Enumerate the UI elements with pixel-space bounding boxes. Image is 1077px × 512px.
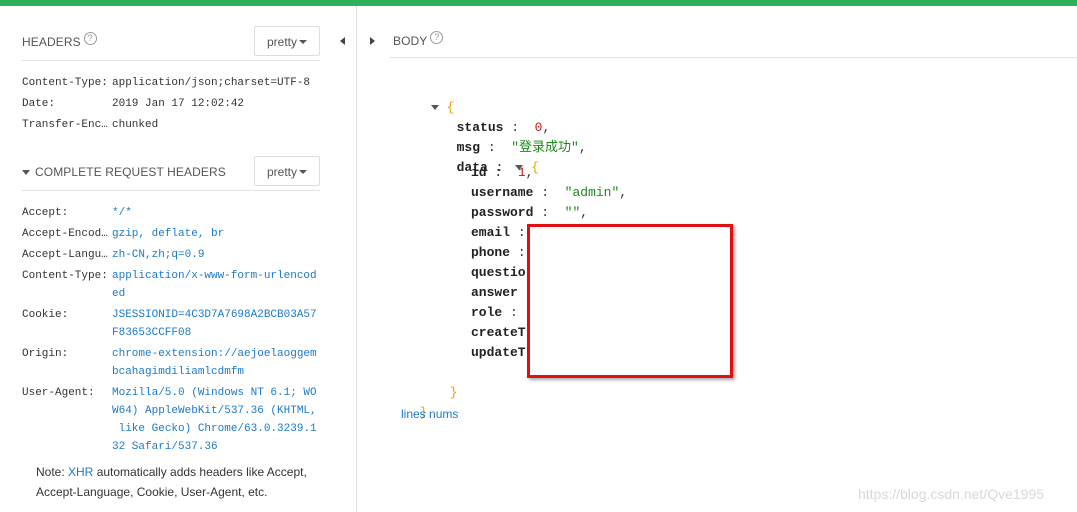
json-data-close: } bbox=[434, 363, 458, 403]
json-value: 1 bbox=[517, 165, 526, 180]
help-icon[interactable]: ? bbox=[430, 31, 444, 44]
request-headers-title: COMPLETE REQUEST HEADERS bbox=[35, 165, 226, 179]
header-key: User-Agent: bbox=[22, 387, 95, 399]
header-row: Transfer-Enc… chunked bbox=[22, 116, 322, 134]
help-icon[interactable]: ? bbox=[83, 32, 97, 45]
triangle-down-icon bbox=[22, 170, 30, 176]
header-value: chunked bbox=[112, 119, 159, 131]
header-value: */* bbox=[112, 207, 132, 219]
json-separator: : bbox=[533, 205, 565, 220]
xhr-link[interactable]: XHR bbox=[68, 465, 93, 479]
header-key: Accept-Encod… bbox=[22, 228, 108, 240]
header-value: zh-CN,zh;q=0.9 bbox=[112, 249, 205, 261]
json-field-questio: questio bbox=[471, 263, 526, 283]
header-key: Cookie: bbox=[22, 309, 69, 321]
expand-right-arrow-icon[interactable] bbox=[370, 37, 375, 45]
header-value: 2019 Jan 17 12:02:42 bbox=[112, 98, 245, 110]
header-value: application/x-www-form-urlencod ed bbox=[112, 270, 317, 300]
json-comma: , bbox=[619, 185, 628, 200]
complete-request-headers-toggle[interactable]: COMPLETE REQUEST HEADERS bbox=[22, 165, 226, 179]
divider bbox=[390, 57, 1077, 58]
json-comma: , bbox=[578, 140, 587, 155]
header-row: Date: 2019 Jan 17 12:02:42 bbox=[22, 95, 322, 113]
body-section-title: BODY? bbox=[393, 31, 444, 48]
header-value: gzip, deflate, br bbox=[112, 228, 225, 240]
json-key: phone bbox=[471, 245, 511, 260]
headers-section-title: HEADERS? bbox=[22, 32, 97, 49]
json-comma: , bbox=[580, 205, 589, 220]
json-field-id: id : 1, bbox=[471, 163, 533, 183]
header-value: Mozilla/5.0 (Windows NT 6.1; WO W64) App… bbox=[112, 387, 317, 453]
json-comma: , bbox=[525, 165, 534, 180]
json-value: "" bbox=[564, 205, 581, 220]
header-key: Accept: bbox=[22, 207, 69, 219]
header-value: JSESSIONID=4C3D7A7698A2BCB03A57 F83653CC… bbox=[112, 309, 317, 339]
headers-format-select[interactable]: pretty bbox=[254, 26, 320, 56]
json-field-updateT: updateT bbox=[471, 343, 526, 363]
chevron-down-icon bbox=[299, 40, 307, 44]
headers-panel: HEADERS? pretty Content-Type: application… bbox=[0, 6, 357, 512]
json-separator: : bbox=[486, 165, 518, 180]
redaction-box bbox=[527, 224, 733, 378]
json-key: username bbox=[471, 185, 534, 200]
format-select-value: pretty bbox=[267, 35, 298, 49]
json-field-createT: createT bbox=[471, 323, 526, 343]
json-key: password bbox=[471, 205, 534, 220]
json-separator: : bbox=[502, 305, 526, 320]
json-field-password: password : "", bbox=[471, 203, 588, 223]
divider bbox=[22, 60, 320, 61]
json-key: role bbox=[471, 305, 503, 320]
json-value: "admin" bbox=[564, 185, 620, 200]
json-key: createT bbox=[471, 325, 526, 340]
lines-nums-link[interactable]: lines nums bbox=[401, 407, 458, 421]
header-key: Transfer-Enc… bbox=[22, 119, 108, 131]
header-value: chrome-extension://aejoelaoggem bcahagim… bbox=[112, 348, 317, 378]
json-field-role: role : bbox=[471, 303, 526, 323]
json-field-answer: answer bbox=[471, 283, 518, 303]
divider bbox=[22, 190, 320, 191]
body-title: BODY bbox=[393, 34, 428, 48]
xhr-note: Note: XHR automatically adds headers lik… bbox=[36, 462, 316, 502]
note-prefix: Note: bbox=[36, 465, 69, 479]
json-field-username: username : "admin", bbox=[471, 183, 627, 203]
header-key: Date: bbox=[22, 98, 56, 110]
json-key: updateT bbox=[471, 345, 526, 360]
headers-title: HEADERS bbox=[22, 35, 81, 49]
header-value: application/json;charset=UTF-8 bbox=[112, 77, 311, 89]
collapse-left-arrow-icon[interactable] bbox=[340, 37, 345, 45]
header-key: Accept-Langu… bbox=[22, 249, 108, 261]
header-row: Content-Type: application/json;charset=UT… bbox=[22, 74, 322, 92]
header-key: Content-Type: bbox=[22, 270, 108, 282]
json-field-email: email : bbox=[471, 223, 533, 243]
header-key: Origin: bbox=[22, 348, 69, 360]
close-brace: } bbox=[449, 385, 458, 400]
json-key: answer bbox=[471, 285, 518, 300]
format-select-value: pretty bbox=[267, 165, 298, 179]
json-field-phone: phone : bbox=[471, 243, 533, 263]
collapse-triangle-icon[interactable] bbox=[430, 105, 439, 111]
watermark: https://blog.csdn.net/Qve1995 bbox=[858, 486, 1045, 502]
request-headers-format-select[interactable]: pretty bbox=[254, 156, 320, 186]
json-key: email bbox=[471, 225, 511, 240]
header-key: Content-Type: bbox=[22, 77, 108, 89]
json-separator: : bbox=[533, 185, 565, 200]
json-key: id bbox=[471, 165, 487, 180]
json-key: questio bbox=[471, 265, 526, 280]
chevron-down-icon bbox=[299, 170, 307, 174]
